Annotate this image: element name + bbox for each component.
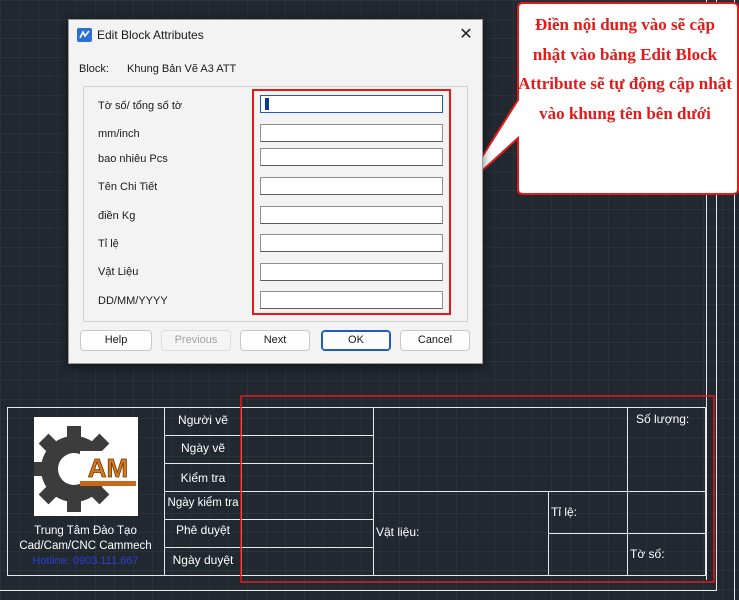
edit-block-attributes-dialog: Edit Block Attributes ✕ Block: Khung Bản… — [68, 19, 483, 364]
ok-button[interactable]: OK — [321, 330, 391, 351]
attr-label-pcs: bao nhiêu Pcs — [98, 153, 168, 165]
attr-label-vat-lieu: Vật Liệu — [98, 266, 139, 278]
cancel-button[interactable]: Cancel — [400, 330, 470, 351]
attr-label-date: DD/MM/YYYY — [98, 295, 168, 307]
app-logo-icon — [77, 28, 92, 42]
company-line-2: Cad/Cam/CNC Cammech — [19, 540, 152, 552]
label-ti-le: Tỉ lệ: — [551, 505, 578, 519]
dialog-title: Edit Block Attributes — [97, 28, 204, 42]
row-label-kiem-tra: Kiểm tra — [180, 471, 226, 485]
row-label-ngay-ve: Ngày vẽ — [180, 441, 226, 455]
label-so-luong: Số lượng: — [636, 412, 690, 426]
hotline-text: Hotline: 0903.111.667 — [32, 555, 139, 567]
attributes-panel: Tờ số/ tổng số tờ mm/inch bao nhiêu Pcs … — [83, 86, 468, 322]
next-button[interactable]: Next — [240, 330, 310, 351]
attr-label-ten-chi-tiet: Tên Chi Tiết — [98, 181, 158, 193]
dialog-titlebar[interactable]: Edit Block Attributes ✕ — [69, 20, 482, 50]
attr-label-mm-inch: mm/inch — [98, 128, 140, 140]
attr-input-date[interactable] — [260, 291, 443, 309]
row-label-nguoi-ve: Người vẽ — [178, 413, 228, 427]
attr-input-to-so[interactable] — [260, 95, 443, 113]
gear-logo-icon: AM — [31, 426, 136, 512]
company-name: Trung Tâm Đào Tạo Cad/Cam/CNC Cammech — [8, 524, 163, 554]
row-label-ngay-duyet: Ngày duyệt — [172, 553, 234, 567]
drawing-frame-bottom — [0, 590, 717, 591]
company-logo: AM — [31, 417, 138, 516]
block-name: Khung Bản Vẽ A3 ATT — [127, 63, 237, 75]
callout-text: Điền nội dung vào sẽ cập nhật vào bảng E… — [518, 15, 732, 123]
logo-text: AM — [88, 453, 128, 483]
attr-input-mm-inch[interactable] — [260, 124, 443, 142]
label-to-so: Tờ số: — [630, 547, 665, 561]
close-icon[interactable]: ✕ — [455, 24, 477, 46]
attr-input-ten-chi-tiet[interactable] — [260, 177, 443, 195]
label-vat-lieu: Vật liệu: — [376, 525, 420, 539]
attr-label-ti-le: Tỉ lệ — [98, 238, 119, 250]
attr-input-kg[interactable] — [260, 206, 443, 224]
previous-button[interactable]: Previous — [161, 330, 231, 351]
attr-input-vat-lieu[interactable] — [260, 263, 443, 281]
row-label-ngay-kiem-tra: Ngày kiểm tra — [167, 497, 239, 509]
company-line-1: Trung Tâm Đào Tạo — [34, 525, 137, 537]
attr-input-pcs[interactable] — [260, 148, 443, 166]
text-caret — [265, 98, 269, 110]
attr-label-to-so: Tờ số/ tổng số tờ — [98, 100, 183, 112]
block-label: Block: — [79, 63, 109, 75]
inputs-highlight — [252, 89, 451, 315]
attr-label-kg: điền Kg — [98, 210, 136, 222]
attr-input-ti-le[interactable] — [260, 234, 443, 252]
row-label-phe-duyet: Phê duyệt — [175, 523, 231, 537]
help-button[interactable]: Help — [80, 330, 152, 351]
